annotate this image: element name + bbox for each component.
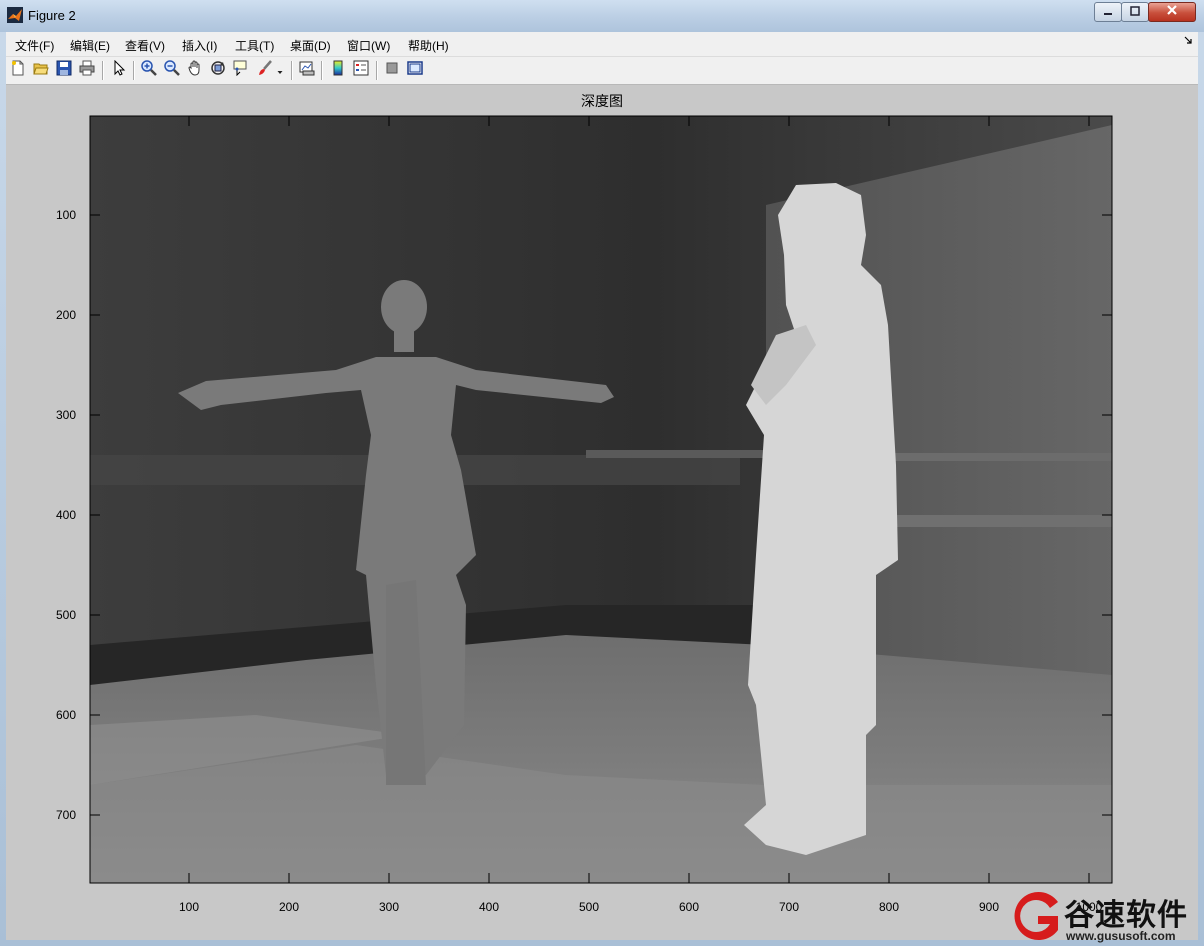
menu-view[interactable]: 查看(V) [125, 37, 165, 54]
y-tick-label: 300 [56, 408, 76, 422]
x-tick-label: 500 [579, 900, 599, 914]
brush-icon [257, 60, 273, 80]
depth-map-image [90, 116, 1112, 883]
x-tick-label: 900 [979, 900, 999, 914]
print-button[interactable] [77, 60, 97, 80]
close-button[interactable] [1148, 2, 1196, 22]
rotate-3d-button[interactable] [208, 60, 228, 80]
rotate-3d-icon [210, 60, 226, 80]
figure-toolbar [6, 57, 1198, 85]
menu-tools[interactable]: 工具(T) [235, 37, 274, 54]
open-file-icon [33, 60, 49, 80]
title-bar[interactable]: Figure 2 [0, 0, 1204, 32]
axes[interactable]: 100 200 300 400 500 600 700 800 900 1000… [6, 85, 1198, 940]
x-tick-label: 300 [379, 900, 399, 914]
pointer-icon [111, 59, 127, 80]
y-tick-label: 500 [56, 608, 76, 622]
legend-icon [353, 60, 369, 80]
menu-file[interactable]: 文件(F) [15, 37, 54, 54]
pan-hand-icon [187, 60, 203, 80]
link-plot-icon [299, 60, 315, 80]
watermark-url: www.gususoft.com [1066, 929, 1176, 943]
dock-arrow-icon[interactable] [1184, 36, 1192, 47]
y-tick-label: 700 [56, 808, 76, 822]
brush-dropdown-button[interactable] [274, 60, 286, 80]
y-tick-label: 600 [56, 708, 76, 722]
toolbar-separator [291, 61, 293, 80]
colorbar-icon [330, 60, 346, 80]
menu-desktop[interactable]: 桌面(D) [290, 37, 331, 54]
menu-bar: 文件(F) 编辑(E) 查看(V) 插入(I) 工具(T) 桌面(D) 窗口(W… [6, 32, 1198, 57]
window-title: Figure 2 [28, 8, 76, 23]
toolbar-separator [376, 61, 378, 80]
minimize-button[interactable] [1094, 2, 1122, 22]
show-plot-tools-button[interactable] [405, 60, 425, 80]
save-button[interactable] [54, 60, 74, 80]
new-figure-icon [10, 60, 26, 80]
dropdown-arrow-icon [276, 61, 284, 80]
hide-plot-tools-button[interactable] [382, 60, 402, 80]
link-plot-button[interactable] [297, 60, 317, 80]
data-cursor-icon [233, 60, 249, 80]
new-figure-button[interactable] [8, 60, 28, 80]
toolbar-separator [133, 61, 135, 80]
zoom-in-button[interactable] [139, 60, 159, 80]
x-tick-label: 700 [779, 900, 799, 914]
menu-window[interactable]: 窗口(W) [347, 37, 390, 54]
y-tick-label: 100 [56, 208, 76, 222]
data-cursor-button[interactable] [231, 60, 251, 80]
minimize-icon [1103, 6, 1113, 19]
zoom-out-icon [164, 60, 180, 80]
watermark: 谷速软件 www.gususoft.com [1006, 886, 1204, 946]
y-tick-label: 200 [56, 308, 76, 322]
x-tick-label: 100 [179, 900, 199, 914]
print-icon [79, 60, 95, 80]
show-plot-tools-icon [407, 60, 423, 80]
figure-canvas: 深度图 100 200 300 400 500 600 700 800 900 … [6, 85, 1198, 940]
legend-button[interactable] [351, 60, 371, 80]
menu-edit[interactable]: 编辑(E) [70, 37, 110, 54]
menu-help[interactable]: 帮助(H) [408, 37, 449, 54]
y-tick-label: 400 [56, 508, 76, 522]
x-tick-label: 800 [879, 900, 899, 914]
menu-insert[interactable]: 插入(I) [182, 37, 217, 54]
save-icon [56, 60, 72, 80]
figure-window: Figure 2 文件(F) 编辑(E) 查看(V) 插入(I) 工具(T) 桌… [0, 0, 1204, 946]
close-icon [1166, 4, 1178, 20]
gusu-logo-icon [1014, 892, 1058, 940]
pointer-button[interactable] [109, 59, 129, 80]
zoom-out-button[interactable] [162, 60, 182, 80]
toolbar-separator [102, 61, 104, 80]
colorbar-button[interactable] [328, 60, 348, 80]
maximize-icon [1130, 5, 1140, 19]
zoom-in-icon [141, 60, 157, 80]
toolbar-separator [321, 61, 323, 80]
x-tick-label: 400 [479, 900, 499, 914]
open-file-button[interactable] [31, 60, 51, 80]
matlab-logo-icon [7, 7, 23, 23]
pan-button[interactable] [185, 60, 205, 80]
hide-plot-tools-icon [384, 60, 400, 80]
watermark-text: 谷速软件 [1064, 898, 1188, 933]
maximize-button[interactable] [1121, 2, 1149, 22]
x-tick-label: 600 [679, 900, 699, 914]
brush-button[interactable] [255, 60, 275, 80]
x-tick-label: 200 [279, 900, 299, 914]
